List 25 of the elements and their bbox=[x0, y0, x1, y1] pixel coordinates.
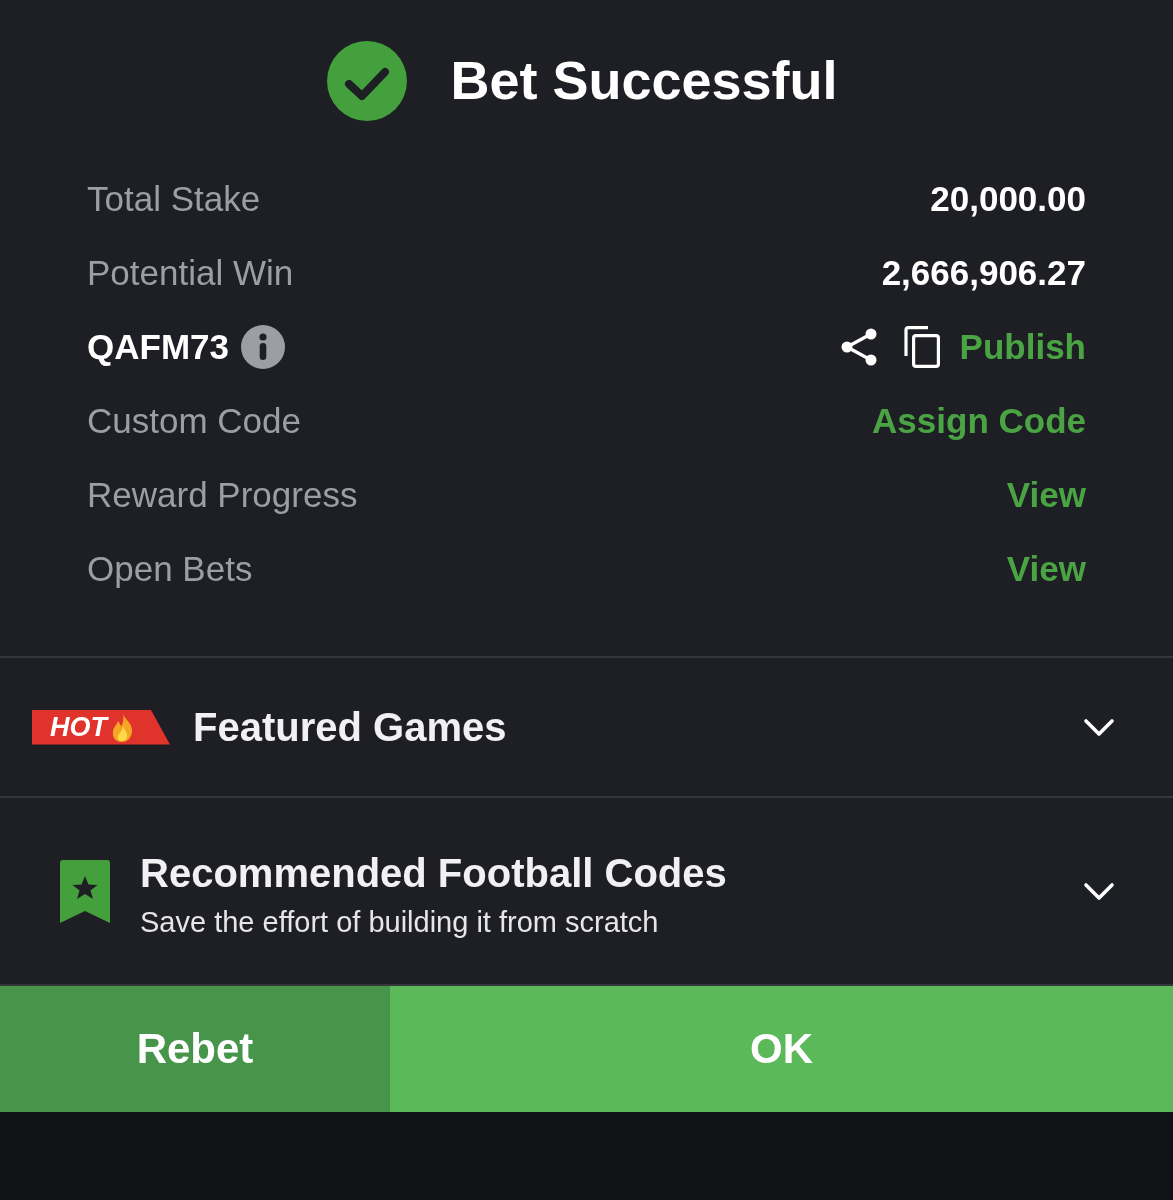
share-icon[interactable] bbox=[839, 327, 878, 367]
chevron-down-icon[interactable] bbox=[1083, 880, 1115, 902]
copy-icon[interactable] bbox=[903, 326, 940, 368]
row-label: Open Bets bbox=[87, 549, 253, 589]
bookmark-star-icon bbox=[60, 859, 110, 923]
success-check-icon bbox=[327, 41, 408, 121]
booking-code: QAFM73 bbox=[87, 327, 229, 367]
section-subtitle: Save the effort of building it from scratch bbox=[140, 906, 660, 939]
publish-link[interactable]: Publish bbox=[959, 327, 1086, 367]
badge-label: HOT bbox=[50, 711, 107, 743]
row-link[interactable]: View bbox=[1006, 549, 1086, 589]
row-value: 20,000.00 bbox=[930, 179, 1086, 219]
row-label: Reward Progress bbox=[87, 475, 358, 515]
row-value: 2,666,906.27 bbox=[881, 253, 1086, 293]
row-link[interactable]: Assign Code bbox=[872, 401, 1086, 441]
rebet-button[interactable]: Rebet bbox=[0, 986, 390, 1112]
row-label: Custom Code bbox=[87, 401, 301, 441]
info-icon[interactable] bbox=[240, 325, 285, 369]
section-title[interactable]: Featured Games bbox=[193, 704, 507, 750]
chevron-down-icon[interactable] bbox=[1083, 716, 1115, 738]
row-link[interactable]: View bbox=[1006, 475, 1086, 515]
row-label: Total Stake bbox=[87, 179, 261, 219]
dialog-title: Bet Successful bbox=[450, 51, 838, 111]
section-title[interactable]: Recommended Football Codes bbox=[140, 851, 727, 896]
row-label: Potential Win bbox=[87, 253, 294, 293]
